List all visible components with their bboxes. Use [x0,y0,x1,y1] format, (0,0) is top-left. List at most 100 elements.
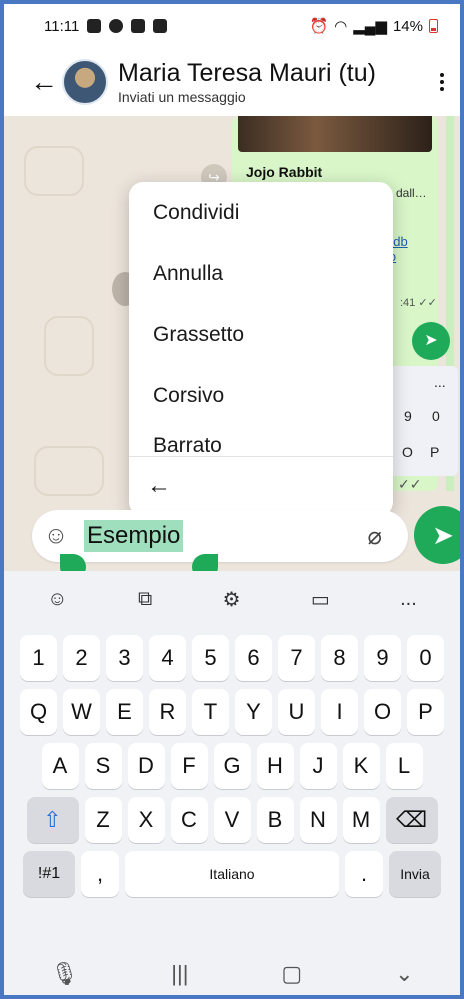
key-6[interactable]: 6 [235,635,272,681]
key-x[interactable]: X [127,797,165,843]
key-1[interactable]: 1 [20,635,57,681]
calendar-icon [153,19,168,33]
chat-header: ← Maria Teresa Mauri (tu) Inviati un mes… [4,48,460,116]
hide-keyboard-icon[interactable]: ⌄ [395,961,413,987]
key-w[interactable]: W [63,689,100,735]
keyboard-row-a: ASDFGHJKL [4,743,460,789]
clipboard-icon[interactable]: ▭ [311,587,330,612]
status-time: 11:11 [44,17,80,35]
message-title: Jojo Rabbit [246,164,323,180]
period-key[interactable]: . [345,851,383,897]
status-right: ⏰ ◠ ▂▄▆ 14% [309,17,438,35]
key-0[interactable]: 0 [407,635,444,681]
key-n[interactable]: N [299,797,337,843]
key-v[interactable]: V [213,797,251,843]
key-t[interactable]: T [192,689,229,735]
device-frame: 11:11 ⏰ ◠ ▂▄▆ 14% ← Maria Teresa Mauri (… [0,0,464,999]
recent-apps-icon[interactable]: ||| [171,961,188,987]
key-h[interactable]: H [256,743,294,789]
peek-key: 0 [432,408,440,424]
attach-icon[interactable]: ⌀ [368,522,382,551]
microphone-icon[interactable]: 🎙 [50,961,78,987]
key-u[interactable]: U [278,689,315,735]
emoji-icon[interactable]: ☺ [47,588,67,611]
key-q[interactable]: Q [20,689,57,735]
menu-item-barrato[interactable]: Barrato [129,426,393,456]
key-r[interactable]: R [149,689,186,735]
symbols-key[interactable]: !#1 [23,851,75,897]
key-4[interactable]: 4 [149,635,186,681]
wallpaper-doodle [44,316,94,376]
spotify-icon [109,19,124,33]
peek-key: P [430,444,440,460]
status-left: 11:11 [44,17,168,35]
menu-item-corsivo[interactable]: Corsivo [129,365,393,426]
menu-item-condividi[interactable]: Condividi [129,182,393,243]
key-9[interactable]: 9 [364,635,401,681]
send-icon[interactable]: ➤ [412,322,450,360]
wifi-icon: ◠ [334,18,348,35]
key-p[interactable]: P [407,689,444,735]
key-f[interactable]: F [170,743,208,789]
comma-key[interactable]: , [81,851,119,897]
key-j[interactable]: J [299,743,337,789]
backspace-key-icon[interactable]: ⌫ [385,797,438,843]
key-o[interactable]: O [364,689,401,735]
key-2[interactable]: 2 [63,635,100,681]
key-3[interactable]: 3 [106,635,143,681]
key-c[interactable]: C [170,797,208,843]
sticker-icon[interactable]: ☺ [42,522,70,550]
toolbar-more[interactable]: ... [400,588,417,611]
message-time: :41 ✓✓ [400,297,437,309]
message-snippet: dall… [396,186,427,200]
enter-key[interactable]: Invia [389,851,441,897]
message-image[interactable] [238,116,432,152]
key-y[interactable]: Y [235,689,272,735]
space-key[interactable]: Italiano [125,851,339,897]
keyboard-row-z: ⇧ ZXCVBNM ⌫ [4,797,460,843]
key-l[interactable]: L [385,743,423,789]
wallpaper-doodle [34,446,104,496]
key-k[interactable]: K [342,743,380,789]
key-b[interactable]: B [256,797,294,843]
text-selection-menu: Condividi Annulla Grassetto Corsivo Barr… [129,182,393,516]
key-7[interactable]: 7 [278,635,315,681]
header-text[interactable]: Maria Teresa Mauri (tu) Inviati un messa… [118,59,376,105]
contact-name: Maria Teresa Mauri (tu) [118,59,376,87]
menu-item-grassetto[interactable]: Grassetto [129,304,393,365]
image-icon [131,19,146,33]
key-8[interactable]: 8 [321,635,358,681]
key-g[interactable]: G [213,743,251,789]
shift-key-icon[interactable]: ⇧ [26,797,79,843]
menu-item-annulla[interactable]: Annulla [129,243,393,304]
wallpaper-doodle [24,146,84,196]
peek-key: 9 [404,408,412,424]
keyboard-toolbar: ☺ ⧉ ⚙ ▭ ... [4,571,460,627]
contact-subtitle: Inviati un messaggio [118,89,246,105]
menu-back-arrow-icon[interactable]: ← [129,457,393,515]
key-m[interactable]: M [342,797,380,843]
keyboard-row-bottom: !#1 , Italiano . Invia [4,851,460,897]
home-icon[interactable]: ▢ [281,961,302,987]
key-s[interactable]: S [84,743,122,789]
notification-icon [87,19,102,33]
message-composer[interactable]: ☺ Esempio ⌀ [32,510,408,562]
key-e[interactable]: E [106,689,143,735]
settings-gear-icon[interactable]: ⚙ [223,587,241,612]
key-a[interactable]: A [41,743,79,789]
more-options-icon[interactable] [438,70,446,94]
key-5[interactable]: 5 [192,635,229,681]
key-d[interactable]: D [127,743,165,789]
avatar[interactable] [62,59,108,105]
back-arrow-icon[interactable]: ← [30,66,60,98]
message-input[interactable]: Esempio [84,520,184,552]
keyboard-peek: ... 9 0 O P [388,366,458,476]
key-z[interactable]: Z [84,797,122,843]
peek-key: O [402,444,413,460]
keyboard-row-numbers: 1234567890 [4,635,460,681]
translate-icon[interactable]: ⧉ [138,588,152,611]
alarm-icon: ⏰ [309,18,329,35]
signal-icon: ▂▄▆ [353,18,387,35]
send-button[interactable]: ➤ [414,506,460,564]
key-i[interactable]: I [321,689,358,735]
